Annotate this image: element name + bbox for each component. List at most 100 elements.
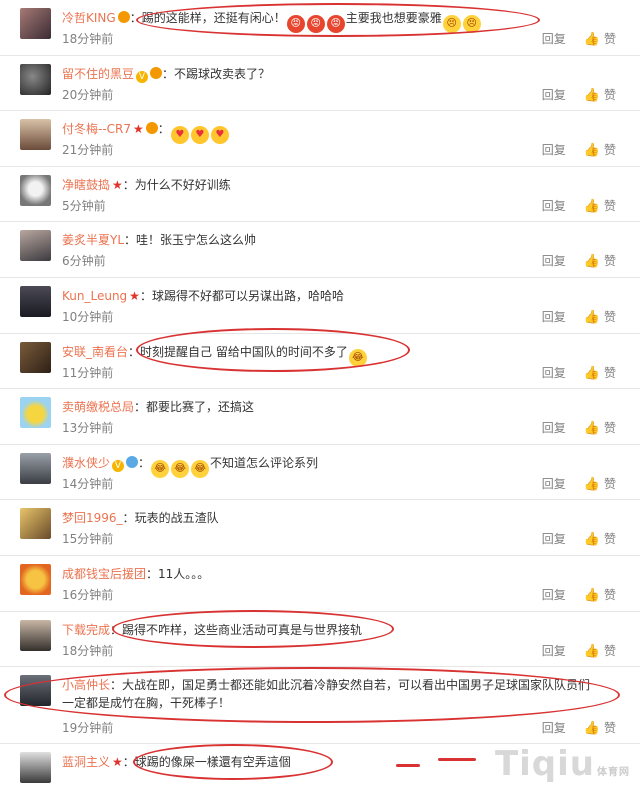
like-button[interactable]: 赞 bbox=[604, 199, 616, 213]
comment-time: 21分钟前 bbox=[62, 143, 114, 158]
username[interactable]: 净瞎鼓捣 bbox=[62, 178, 110, 192]
reply-button[interactable]: 回复 bbox=[542, 32, 566, 46]
comment-text: 都要比赛了，还搞这 bbox=[146, 400, 255, 415]
avatar[interactable] bbox=[20, 397, 51, 429]
laugh-cry-emoji-icon: 😂 bbox=[348, 348, 367, 367]
like-button[interactable]: 赞 bbox=[604, 477, 616, 491]
thumbs-up-icon[interactable]: 👍 bbox=[584, 721, 600, 736]
reply-button[interactable]: 回复 bbox=[542, 366, 566, 380]
username[interactable]: 付冬梅--CR7 bbox=[62, 122, 131, 136]
comment-row: 卖萌缴税总局：都要比赛了，还搞这 13分钟前 回复 👍 赞 bbox=[0, 389, 640, 445]
reply-button[interactable]: 回复 bbox=[542, 477, 566, 491]
thumbs-up-icon[interactable]: 👍 bbox=[584, 366, 600, 381]
like-button[interactable]: 赞 bbox=[604, 532, 616, 546]
reply-button[interactable]: 回复 bbox=[542, 254, 566, 268]
member-badge-icon bbox=[150, 66, 163, 79]
avatar[interactable] bbox=[20, 174, 51, 206]
reply-button[interactable]: 回复 bbox=[542, 721, 566, 735]
avatar[interactable] bbox=[20, 63, 51, 95]
username[interactable]: 蓝洞主义 bbox=[62, 755, 110, 769]
avatar[interactable] bbox=[20, 619, 51, 651]
avatar[interactable] bbox=[20, 119, 51, 151]
comment-list: 冷哲KING ：踢的这能样，还挺有闲心！ 😡 😡 😡 主要我也想要豪雅 😣 😣 18分钟前 回… bbox=[0, 0, 640, 800]
like-button[interactable]: 赞 bbox=[604, 32, 616, 46]
reply-button[interactable]: 回复 bbox=[542, 310, 566, 324]
heart-eyes-emoji-icon: ♥ bbox=[210, 126, 229, 145]
reply-button[interactable]: 回复 bbox=[542, 88, 566, 102]
comment-text: 踢的这能样，还挺有闲心！ bbox=[141, 11, 286, 25]
comment-text: 球踢的像屎一樣還有空弄這個 bbox=[134, 755, 291, 770]
reply-button[interactable]: 回复 bbox=[542, 143, 566, 157]
comment-time: 16分钟前 bbox=[62, 587, 114, 602]
avatar[interactable] bbox=[20, 285, 51, 317]
like-button[interactable]: 赞 bbox=[604, 644, 616, 658]
username[interactable]: 成都钱宝后援团 bbox=[62, 567, 146, 581]
angry-emoji-icon: 😡 bbox=[326, 15, 345, 33]
verified-badge-icon: V bbox=[112, 459, 125, 472]
thumbs-up-icon[interactable]: 👍 bbox=[584, 588, 600, 603]
username[interactable]: 梦回1996_ bbox=[62, 511, 123, 525]
avatar[interactable] bbox=[20, 341, 51, 373]
member-badge-icon bbox=[126, 455, 139, 468]
like-button[interactable]: 赞 bbox=[604, 366, 616, 380]
like-button[interactable]: 赞 bbox=[604, 310, 616, 324]
username[interactable]: 下载完成 bbox=[62, 623, 110, 637]
thumbs-up-icon[interactable]: 👍 bbox=[584, 644, 600, 659]
comment-text: 为什么不好好训练 bbox=[134, 177, 231, 192]
like-button[interactable]: 赞 bbox=[604, 254, 616, 268]
avatar[interactable] bbox=[20, 675, 51, 707]
member-badge-icon bbox=[117, 11, 130, 23]
like-button[interactable]: 赞 bbox=[604, 88, 616, 102]
comment-text-continued: 一定都是成竹在胸，干死棒子！ bbox=[62, 696, 231, 711]
star-badge-icon: ★ bbox=[112, 177, 123, 192]
username[interactable]: 小高仲长 bbox=[62, 678, 110, 692]
star-badge-icon: ★ bbox=[129, 288, 140, 303]
username[interactable]: 姜炙半夏YL bbox=[62, 233, 124, 247]
username[interactable]: 冷哲KING bbox=[62, 11, 116, 25]
username[interactable]: 安联_南看台 bbox=[62, 345, 128, 359]
thumbs-up-icon[interactable]: 👍 bbox=[584, 477, 600, 492]
heart-eyes-emoji-icon: ♥ bbox=[170, 126, 189, 145]
like-button[interactable]: 赞 bbox=[604, 588, 616, 602]
thumbs-up-icon[interactable]: 👍 bbox=[584, 88, 600, 103]
like-button[interactable]: 赞 bbox=[604, 421, 616, 435]
angry-emoji-icon: 😡 bbox=[306, 15, 325, 33]
reply-button[interactable]: 回复 bbox=[542, 199, 566, 213]
thumbs-up-icon[interactable]: 👍 bbox=[584, 254, 600, 269]
username[interactable]: 濮水侠少 bbox=[62, 456, 110, 470]
avatar[interactable] bbox=[20, 230, 51, 262]
avatar[interactable] bbox=[20, 752, 51, 784]
username[interactable]: 卖萌缴税总局 bbox=[62, 400, 134, 414]
username[interactable]: 留不住的黑豆 bbox=[62, 67, 134, 81]
thumbs-up-icon[interactable]: 👍 bbox=[584, 143, 600, 158]
avatar[interactable] bbox=[20, 563, 51, 595]
thumbs-up-icon[interactable]: 👍 bbox=[584, 32, 600, 47]
comment-row: 梦回1996_：玩表的战五渣队 15分钟前 回复 👍 赞 bbox=[0, 500, 640, 556]
reply-button[interactable]: 回复 bbox=[542, 421, 566, 435]
avatar[interactable] bbox=[20, 508, 51, 540]
thumbs-up-icon[interactable]: 👍 bbox=[584, 310, 600, 325]
laugh-cry-emoji-icon: 😂 bbox=[151, 459, 170, 478]
comment-time: 14分钟前 bbox=[62, 476, 114, 491]
thumbs-up-icon[interactable]: 👍 bbox=[584, 199, 600, 214]
thumbs-up-icon[interactable]: 👍 bbox=[584, 532, 600, 547]
comment-row: 安联_南看台：时刻提醒自己 留给中国队的时间不多了 😂 11分钟前 回复 👍 赞 bbox=[0, 327, 640, 390]
wronged-emoji-icon: 😣 bbox=[442, 15, 461, 33]
like-button[interactable]: 赞 bbox=[604, 143, 616, 157]
comment-text: 11人。。。 bbox=[158, 566, 210, 581]
reply-button[interactable]: 回复 bbox=[542, 588, 566, 602]
username[interactable]: Kun_Leung bbox=[62, 289, 127, 303]
reply-button[interactable]: 回复 bbox=[542, 532, 566, 546]
like-button[interactable]: 赞 bbox=[604, 721, 616, 735]
comment-text: 时刻提醒自己 留给中国队的时间不多了 bbox=[140, 344, 348, 359]
wronged-emoji-icon: 😣 bbox=[462, 15, 481, 33]
comment-time: 11分钟前 bbox=[62, 365, 114, 380]
avatar[interactable] bbox=[20, 452, 51, 484]
comment-time: 15分钟前 bbox=[62, 532, 114, 547]
thumbs-up-icon[interactable]: 👍 bbox=[584, 421, 600, 436]
comment-text: 玩表的战五渣队 bbox=[134, 511, 219, 526]
reply-button[interactable]: 回复 bbox=[542, 644, 566, 658]
comment-text: 哇！张玉宁怎么这么帅 bbox=[136, 233, 257, 248]
comment-text: 不知道怎么评论系列 bbox=[210, 455, 319, 470]
avatar[interactable] bbox=[20, 8, 51, 39]
